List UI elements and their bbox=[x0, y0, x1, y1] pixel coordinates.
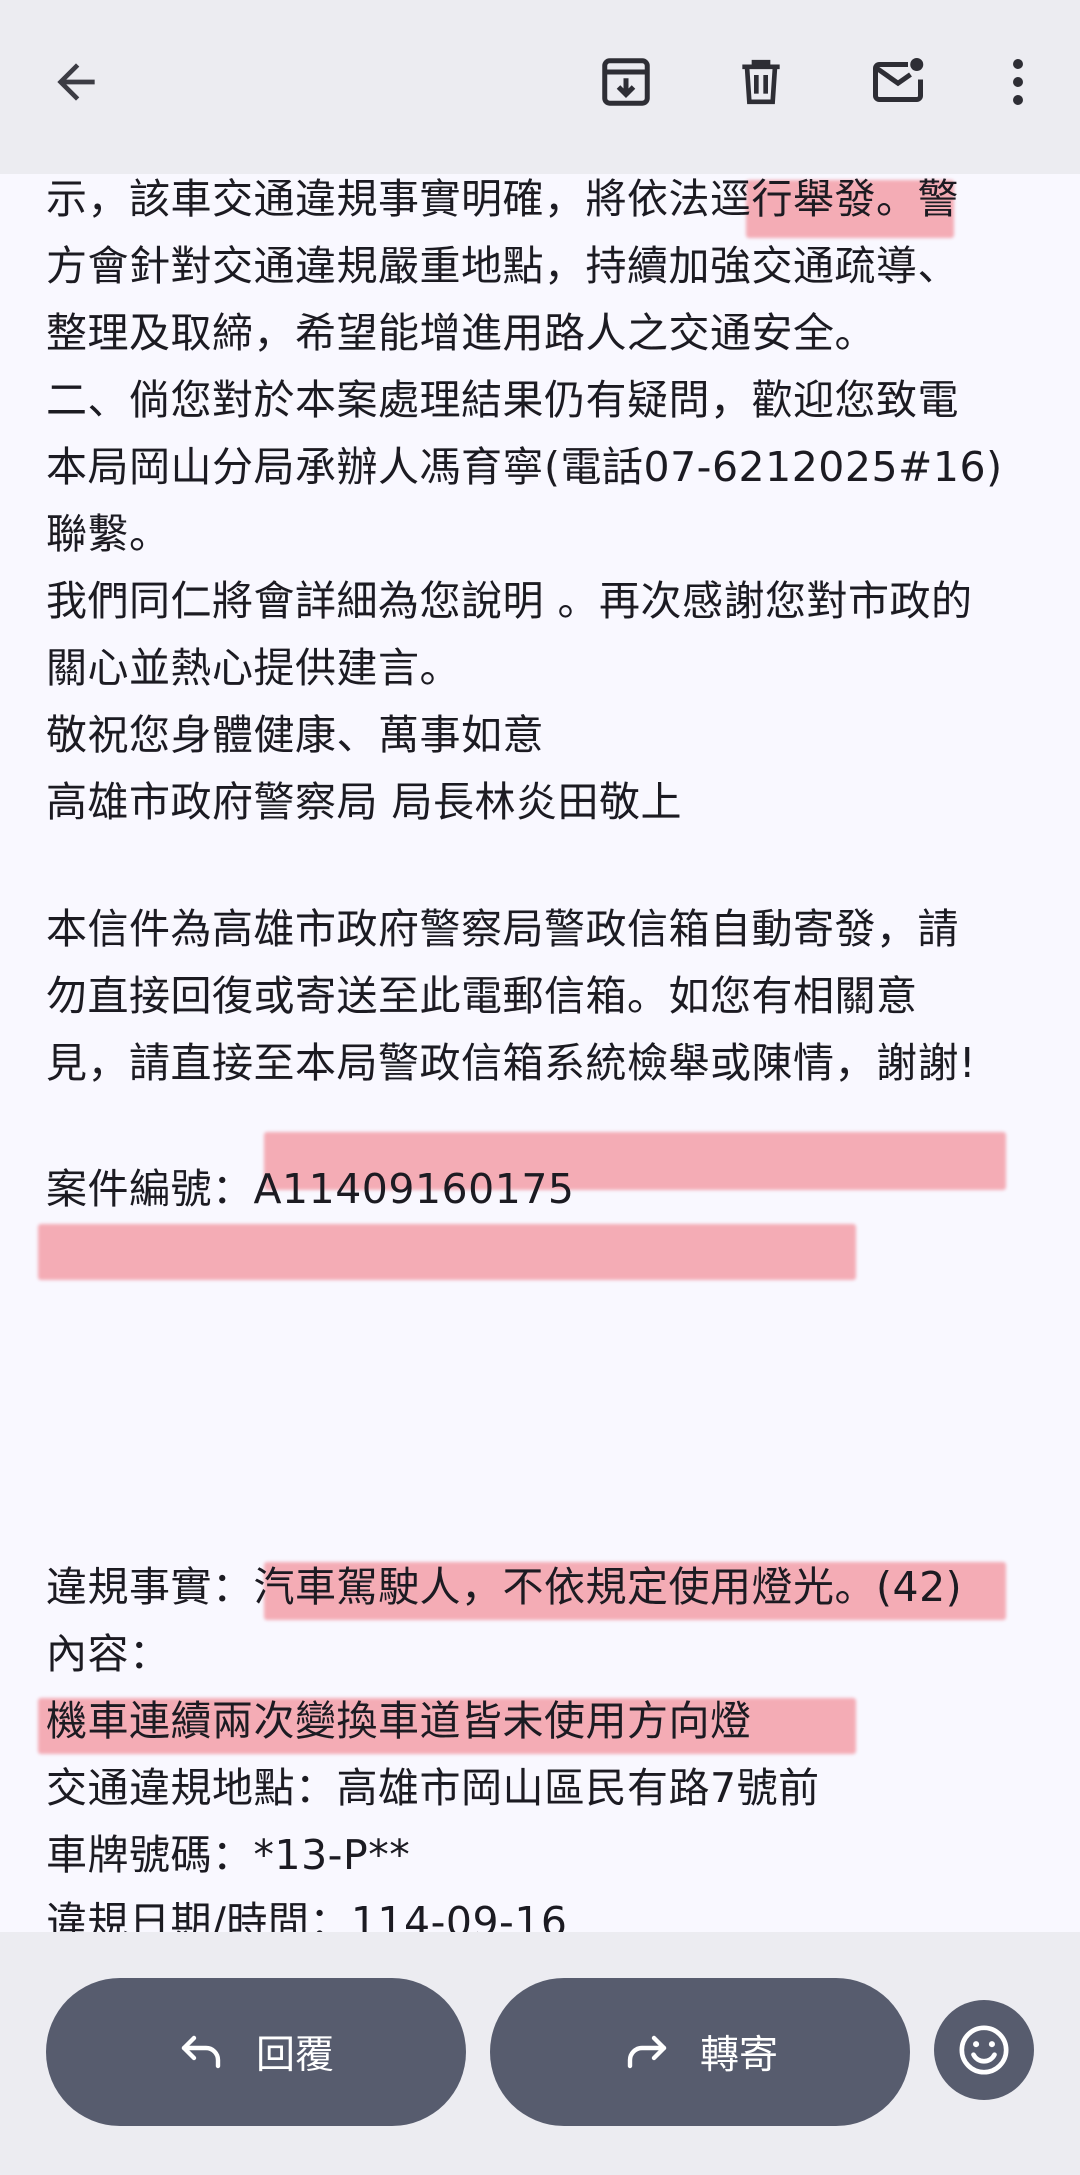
body-line: 敬祝您身體健康、萬事如意 bbox=[46, 711, 544, 759]
archive-icon[interactable] bbox=[596, 52, 656, 112]
body-line: 方會針對交通違規嚴重地點，持續加強交通疏導、 bbox=[46, 242, 959, 290]
body-line: 二、倘您對於本案處理結果仍有疑問，歡迎您致電 bbox=[46, 376, 959, 424]
body-line: 內容： bbox=[46, 1630, 171, 1678]
case-number: 案件編號：A11409160175 bbox=[46, 1165, 575, 1213]
email-body-lower: 違規事實：汽車駕駛人，不依規定使用燈光。(42) 內容： 機車連續兩次變換車道皆… bbox=[0, 1532, 1080, 1932]
highlight-mark bbox=[38, 1224, 856, 1280]
reply-label: 回覆 bbox=[255, 2033, 334, 2078]
emoji-smile-icon bbox=[959, 2025, 1009, 2075]
trash-icon[interactable] bbox=[731, 52, 791, 112]
more-vert-icon[interactable] bbox=[988, 52, 1048, 112]
violation-datetime: 違規日期/時間：114-09-16 bbox=[46, 1898, 568, 1932]
violation-location: 交通違規地點：高雄市岡山區民有路7號前 bbox=[46, 1764, 820, 1812]
body-line: 見，請直接至本局警政信箱系統檢舉或陳情，謝謝! bbox=[46, 1039, 976, 1087]
mail-unread-icon[interactable] bbox=[868, 52, 928, 112]
top-app-bar bbox=[0, 0, 1080, 174]
forward-label: 轉寄 bbox=[699, 2033, 778, 2078]
reply-icon bbox=[178, 2032, 226, 2072]
emoji-reaction-button[interactable] bbox=[934, 2000, 1034, 2100]
signature-line: 高雄市政府警察局 局長林炎田敬上 bbox=[46, 778, 683, 826]
back-arrow-icon[interactable] bbox=[46, 52, 106, 112]
body-line: 關心並熱心提供建言。 bbox=[46, 644, 461, 692]
body-line: 我們同仁將會詳細為您說明 。再次感謝您對市政的 bbox=[46, 577, 973, 625]
body-line: 勿直接回復或寄送至此電郵信箱。如您有相關意 bbox=[46, 972, 918, 1020]
forward-button[interactable]: 轉寄 bbox=[490, 1978, 910, 2126]
violation-content: 機車連續兩次變換車道皆未使用方向燈 bbox=[46, 1697, 752, 1745]
reply-button[interactable]: 回覆 bbox=[46, 1978, 466, 2126]
forward-icon bbox=[622, 2032, 670, 2072]
plate-number: 車牌號碼：*13-P** bbox=[46, 1831, 411, 1879]
violation-fact: 違規事實：汽車駕駛人，不依規定使用燈光。(42) bbox=[46, 1563, 963, 1611]
body-line: 聯繫。 bbox=[46, 510, 171, 558]
body-line: 整理及取締，希望能增進用路人之交通安全。 bbox=[46, 309, 876, 357]
bottom-action-bar: 回覆 轉寄 bbox=[0, 1932, 1080, 2175]
body-line: 示，該車交通違規事實明確，將依法逕行舉發。警 bbox=[46, 175, 959, 223]
body-line: 本信件為高雄市政府警察局警政信箱自動寄發，請 bbox=[46, 905, 959, 953]
body-line: 本局岡山分局承辦人馮育寧(電話07-6212025#16) bbox=[46, 443, 1003, 491]
